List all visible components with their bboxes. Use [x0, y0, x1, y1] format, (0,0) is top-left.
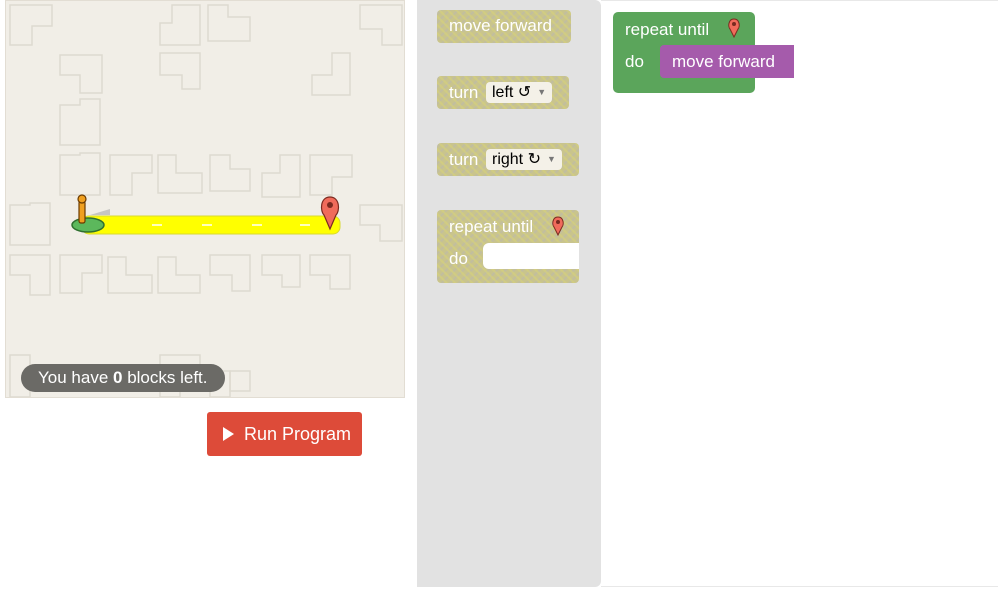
workspace-move-forward-block[interactable]: move forward	[660, 45, 794, 78]
turn-left-value: left ↺	[492, 84, 532, 101]
goal-marker-icon	[728, 18, 740, 38]
start-pegman-icon	[71, 194, 110, 233]
run-program-label: Run Program	[244, 424, 352, 444]
goal-marker-icon	[552, 216, 564, 236]
move-forward-label: move forward	[672, 52, 775, 71]
turn-right-label: turn	[449, 150, 479, 169]
repeat-until-label: repeat until	[449, 217, 534, 236]
move-forward-label: move forward	[449, 16, 552, 35]
do-label: do	[625, 52, 644, 71]
turn-right-value: right ↻	[492, 151, 541, 168]
repeat-until-label: repeat until	[625, 20, 710, 39]
blocks-left-status: You have 0 blocks left.	[21, 364, 225, 392]
status-prefix: You have	[38, 368, 113, 387]
turn-left-label: turn	[449, 83, 479, 102]
toolbox-move-forward-block[interactable]: move forward	[437, 10, 571, 43]
dropdown-arrow-icon: ▼	[546, 154, 556, 165]
turn-left-dropdown[interactable]: left ↺ ▼	[486, 82, 553, 103]
maze-area: You have 0 blocks left.	[5, 0, 405, 398]
toolbox-turn-left-block[interactable]: turn left ↺ ▼	[437, 76, 569, 109]
do-label: do	[449, 249, 468, 268]
turn-right-dropdown[interactable]: right ↻ ▼	[486, 149, 562, 170]
repeat-do-slot	[483, 243, 579, 269]
toolbox-turn-right-block[interactable]: turn right ↻ ▼	[437, 143, 579, 176]
play-icon	[223, 426, 234, 441]
maze-background	[9, 4, 403, 397]
run-program-button[interactable]: Run Program	[207, 412, 362, 456]
maze-wall-tiles	[9, 4, 403, 397]
dropdown-arrow-icon: ▼	[537, 87, 547, 98]
maze-path	[81, 215, 341, 235]
status-suffix: blocks left.	[122, 368, 208, 387]
toolbox-repeat-until-block[interactable]: repeat until do	[437, 210, 579, 283]
